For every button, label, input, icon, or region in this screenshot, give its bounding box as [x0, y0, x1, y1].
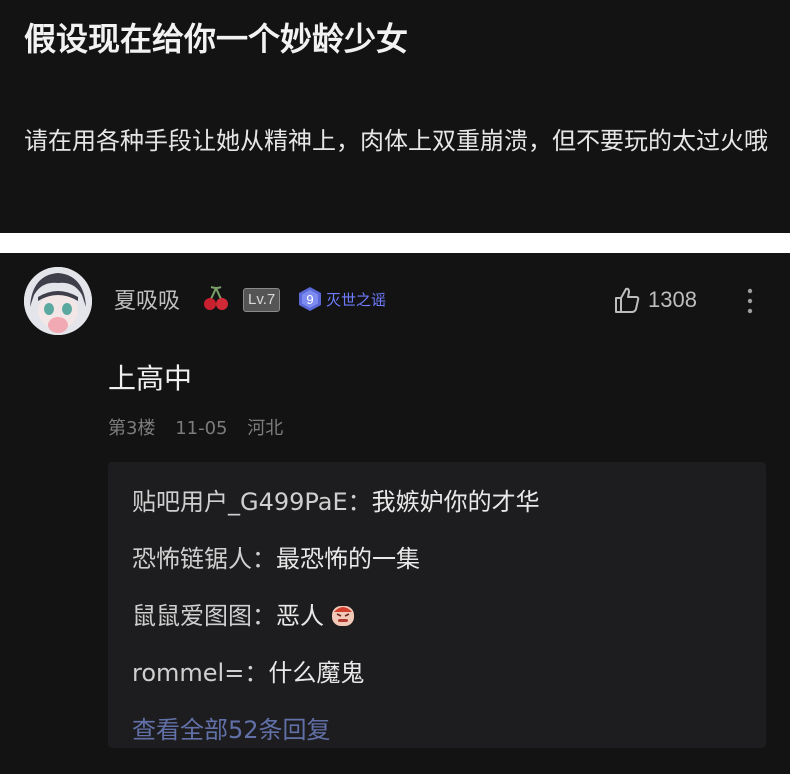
angry-emoji-icon [332, 606, 354, 626]
reply-separator: ： [252, 602, 276, 630]
gem-badge-number: 9 [306, 292, 313, 307]
title-badge: 9 灭世之谣 [296, 285, 408, 313]
post-card: 假设现在给你一个妙龄少女 请在用各种手段让她从精神上，肉体上双重崩溃，但不要玩的… [0, 0, 790, 233]
reply-separator: ： [244, 659, 269, 687]
comment-date: 11-05 [175, 418, 228, 439]
cherry-icon [201, 283, 231, 313]
post-body: 请在用各种手段让她从精神上，肉体上双重崩溃，但不要玩的太过火哦 [24, 127, 768, 155]
reply-content: 最恐怖的一集 [276, 545, 420, 573]
thumb-up-icon [615, 287, 640, 313]
level-badge: Lv.7 [243, 288, 281, 312]
reply-content: 我嫉妒你的才华 [371, 488, 540, 516]
title-badge-text: 灭世之谣 [326, 291, 387, 309]
more-vertical-icon[interactable] [744, 287, 756, 315]
reply-separator: ： [252, 545, 276, 573]
replies-box: 贴吧用户_G499PaE：我嫉妒你的才华 恐怖链锯人：最恐怖的一集 鼠鼠爱图图：… [108, 462, 766, 748]
avatar[interactable] [24, 267, 92, 335]
comment-username[interactable]: 夏吸吸 [114, 283, 180, 315]
reply-author[interactable]: 鼠鼠爱图图 [132, 602, 252, 630]
gem-badge-icon: 9 [299, 287, 321, 311]
reply-author[interactable]: 恐怖链锯人 [132, 545, 252, 573]
reply-separator: ： [347, 488, 372, 516]
comment-card: 夏吸吸 Lv.7 9 灭世之谣 1308 上高中 第3楼 11-05 河北 贴吧… [0, 253, 790, 774]
comment-location: 河北 [247, 418, 284, 439]
comment-text: 上高中 [108, 362, 193, 395]
comment-floor: 第3楼 [108, 418, 156, 439]
reply-item[interactable]: rommel=：什么魔鬼 [132, 653, 364, 688]
reply-content: 什么魔鬼 [268, 659, 365, 687]
reply-item[interactable]: 鼠鼠爱图图：恶人 [132, 596, 356, 631]
reply-item[interactable]: 恐怖链锯人：最恐怖的一集 [132, 539, 420, 574]
comment-meta: 第3楼 11-05 河北 [108, 414, 297, 440]
reply-author[interactable]: 贴吧用户_G499PaE [132, 488, 348, 516]
reply-content: 恶人 [276, 602, 324, 630]
reply-item[interactable]: 贴吧用户_G499PaE：我嫉妒你的才华 [132, 482, 540, 517]
view-all-replies-link[interactable]: 查看全部52条回复 [132, 710, 331, 745]
post-title: 假设现在给你一个妙龄少女 [24, 20, 409, 58]
reply-author[interactable]: rommel= [132, 659, 244, 687]
like-count: 1308 [648, 287, 697, 312]
